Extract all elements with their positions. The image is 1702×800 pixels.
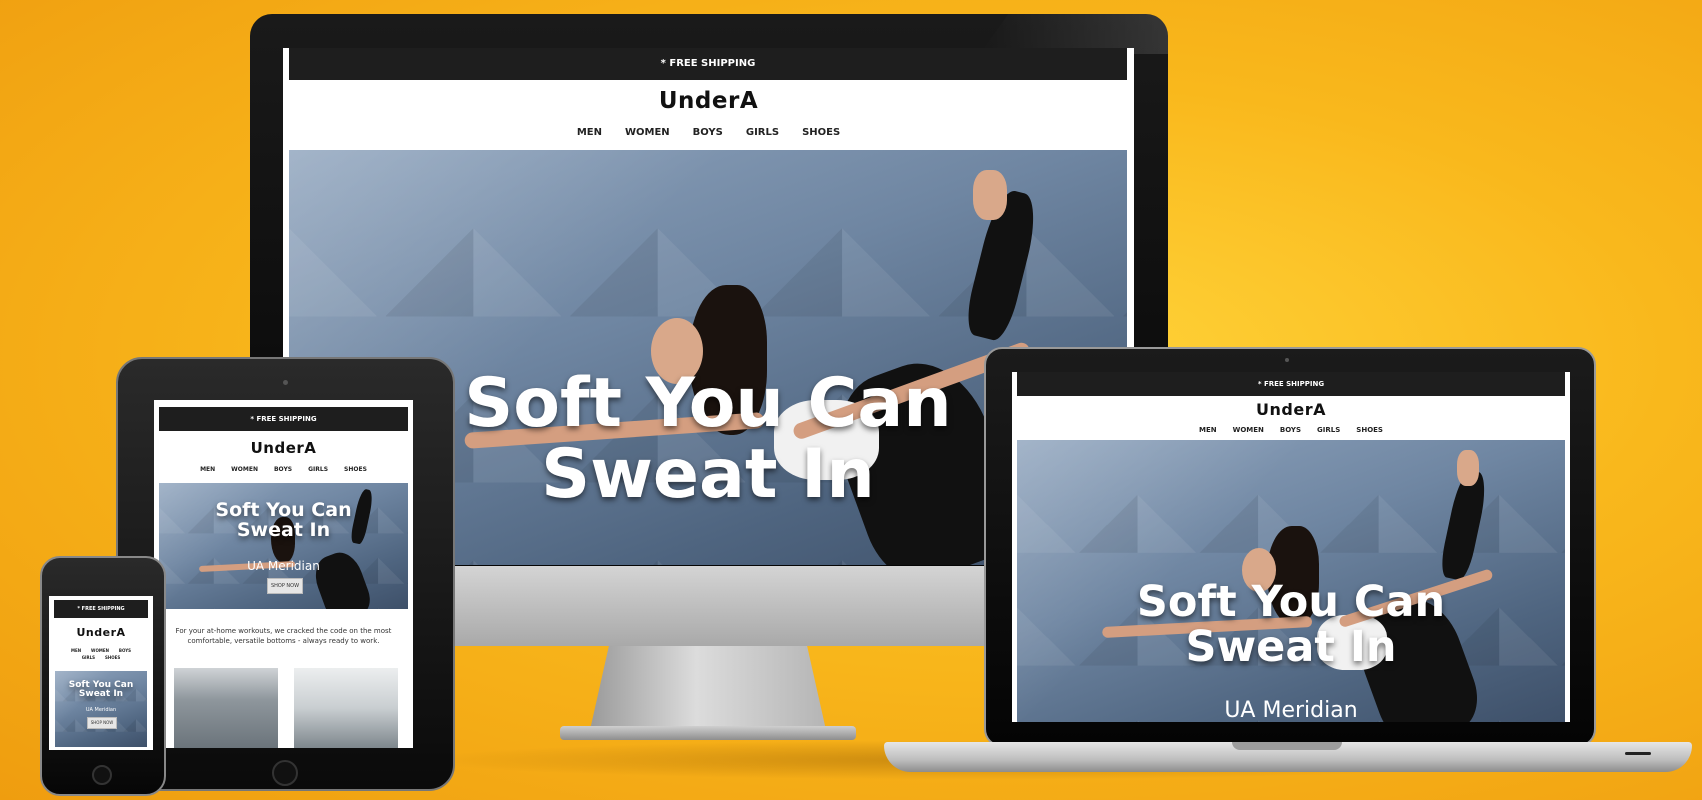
laptop-screen: * FREE SHIPPING UnderA MEN WOMEN BOYS GI… bbox=[1012, 372, 1570, 722]
nav-item-men[interactable]: MEN bbox=[200, 466, 215, 473]
nav-item-shoes[interactable]: SHOES bbox=[105, 655, 120, 660]
hero-title-line1: Soft You Can bbox=[1136, 577, 1446, 627]
hero-title: Soft You Can Sweat In bbox=[55, 680, 147, 700]
hero-title-line1: Soft You Can bbox=[215, 499, 352, 521]
promo-bar: * FREE SHIPPING bbox=[54, 600, 148, 618]
nav-item-boys[interactable]: BOYS bbox=[693, 127, 723, 138]
hero-subtitle: UA Meridian bbox=[1224, 698, 1358, 722]
nav-item-girls[interactable]: GIRLS bbox=[308, 466, 328, 473]
hero-banner: Soft You Can Sweat In UA Meridian SHOP N… bbox=[159, 483, 408, 609]
promo-bar: * FREE SHIPPING bbox=[1017, 372, 1565, 396]
nav-item-women[interactable]: WOMEN bbox=[1233, 426, 1264, 434]
hero-title-line2: Sweat In bbox=[236, 518, 331, 541]
promo-bar: * FREE SHIPPING bbox=[289, 48, 1127, 80]
tablet-camera bbox=[283, 380, 288, 385]
main-nav: MEN WOMEN BOYS GIRLS SHOES bbox=[154, 466, 413, 473]
brand-logo[interactable]: UnderA bbox=[1012, 400, 1570, 419]
nav-item-women[interactable]: WOMEN bbox=[625, 127, 670, 138]
hero-banner: Soft You Can Sweat In UA Meridian SHOP N… bbox=[55, 671, 147, 747]
product-thumbnail-2[interactable] bbox=[294, 668, 398, 748]
phone-home-button[interactable] bbox=[92, 765, 112, 785]
hero-subtitle: UA Meridian bbox=[247, 559, 320, 573]
imac-stand-foot bbox=[560, 726, 856, 740]
main-nav: MEN WOMEN BOYS GIRLS SHOES bbox=[1012, 426, 1570, 434]
main-nav: MEN WOMEN BOYS GIRLS SHOES bbox=[63, 648, 139, 660]
nav-item-men[interactable]: MEN bbox=[71, 648, 81, 653]
nav-item-men[interactable]: MEN bbox=[577, 127, 602, 138]
nav-item-girls[interactable]: GIRLS bbox=[746, 127, 779, 138]
nav-item-boys[interactable]: BOYS bbox=[119, 648, 131, 653]
nav-item-shoes[interactable]: SHOES bbox=[1356, 426, 1383, 434]
imac-stand-neck bbox=[590, 646, 826, 730]
brand-logo[interactable]: UnderA bbox=[283, 88, 1134, 114]
tablet-screen: * FREE SHIPPING UnderA MEN WOMEN BOYS GI… bbox=[154, 400, 413, 748]
laptop-camera bbox=[1285, 358, 1289, 362]
nav-item-boys[interactable]: BOYS bbox=[1280, 426, 1301, 434]
nav-item-girls[interactable]: GIRLS bbox=[1317, 426, 1340, 434]
laptop-opening-notch bbox=[1232, 742, 1342, 750]
hero-title-line2: Sweat In bbox=[1185, 622, 1397, 673]
hero-subtitle: UA Meridian bbox=[85, 707, 117, 713]
hero-title-line2: Sweat In bbox=[78, 689, 124, 700]
main-nav: MEN WOMEN BOYS GIRLS SHOES bbox=[283, 127, 1134, 138]
product-thumbnail-1[interactable] bbox=[174, 668, 278, 748]
tablet-home-button[interactable] bbox=[272, 760, 298, 786]
nav-item-shoes[interactable]: SHOES bbox=[344, 466, 367, 473]
nav-item-boys[interactable]: BOYS bbox=[274, 466, 292, 473]
phone-screen: * FREE SHIPPING UnderA MEN WOMEN BOYS GI… bbox=[49, 596, 153, 750]
shop-now-button[interactable]: SHOP NOW bbox=[87, 717, 117, 729]
hero-title: Soft You Can Sweat In bbox=[1017, 577, 1565, 673]
laptop-indicator bbox=[1625, 752, 1651, 755]
nav-item-shoes[interactable]: SHOES bbox=[802, 127, 840, 138]
intro-text: For your at-home workouts, we cracked th… bbox=[175, 627, 392, 645]
promo-bar: * FREE SHIPPING bbox=[159, 407, 408, 431]
hero-title: Soft You Can Sweat In bbox=[159, 499, 408, 541]
nav-item-men[interactable]: MEN bbox=[1199, 426, 1217, 434]
nav-item-girls[interactable]: GIRLS bbox=[82, 655, 95, 660]
nav-item-women[interactable]: WOMEN bbox=[91, 648, 109, 653]
brand-logo[interactable]: UnderA bbox=[49, 626, 153, 639]
brand-logo[interactable]: UnderA bbox=[154, 439, 413, 457]
nav-item-women[interactable]: WOMEN bbox=[231, 466, 258, 473]
hero-banner: Soft You Can Sweat In UA Meridian bbox=[1017, 440, 1565, 722]
shop-now-button[interactable]: SHOP NOW bbox=[267, 578, 303, 594]
